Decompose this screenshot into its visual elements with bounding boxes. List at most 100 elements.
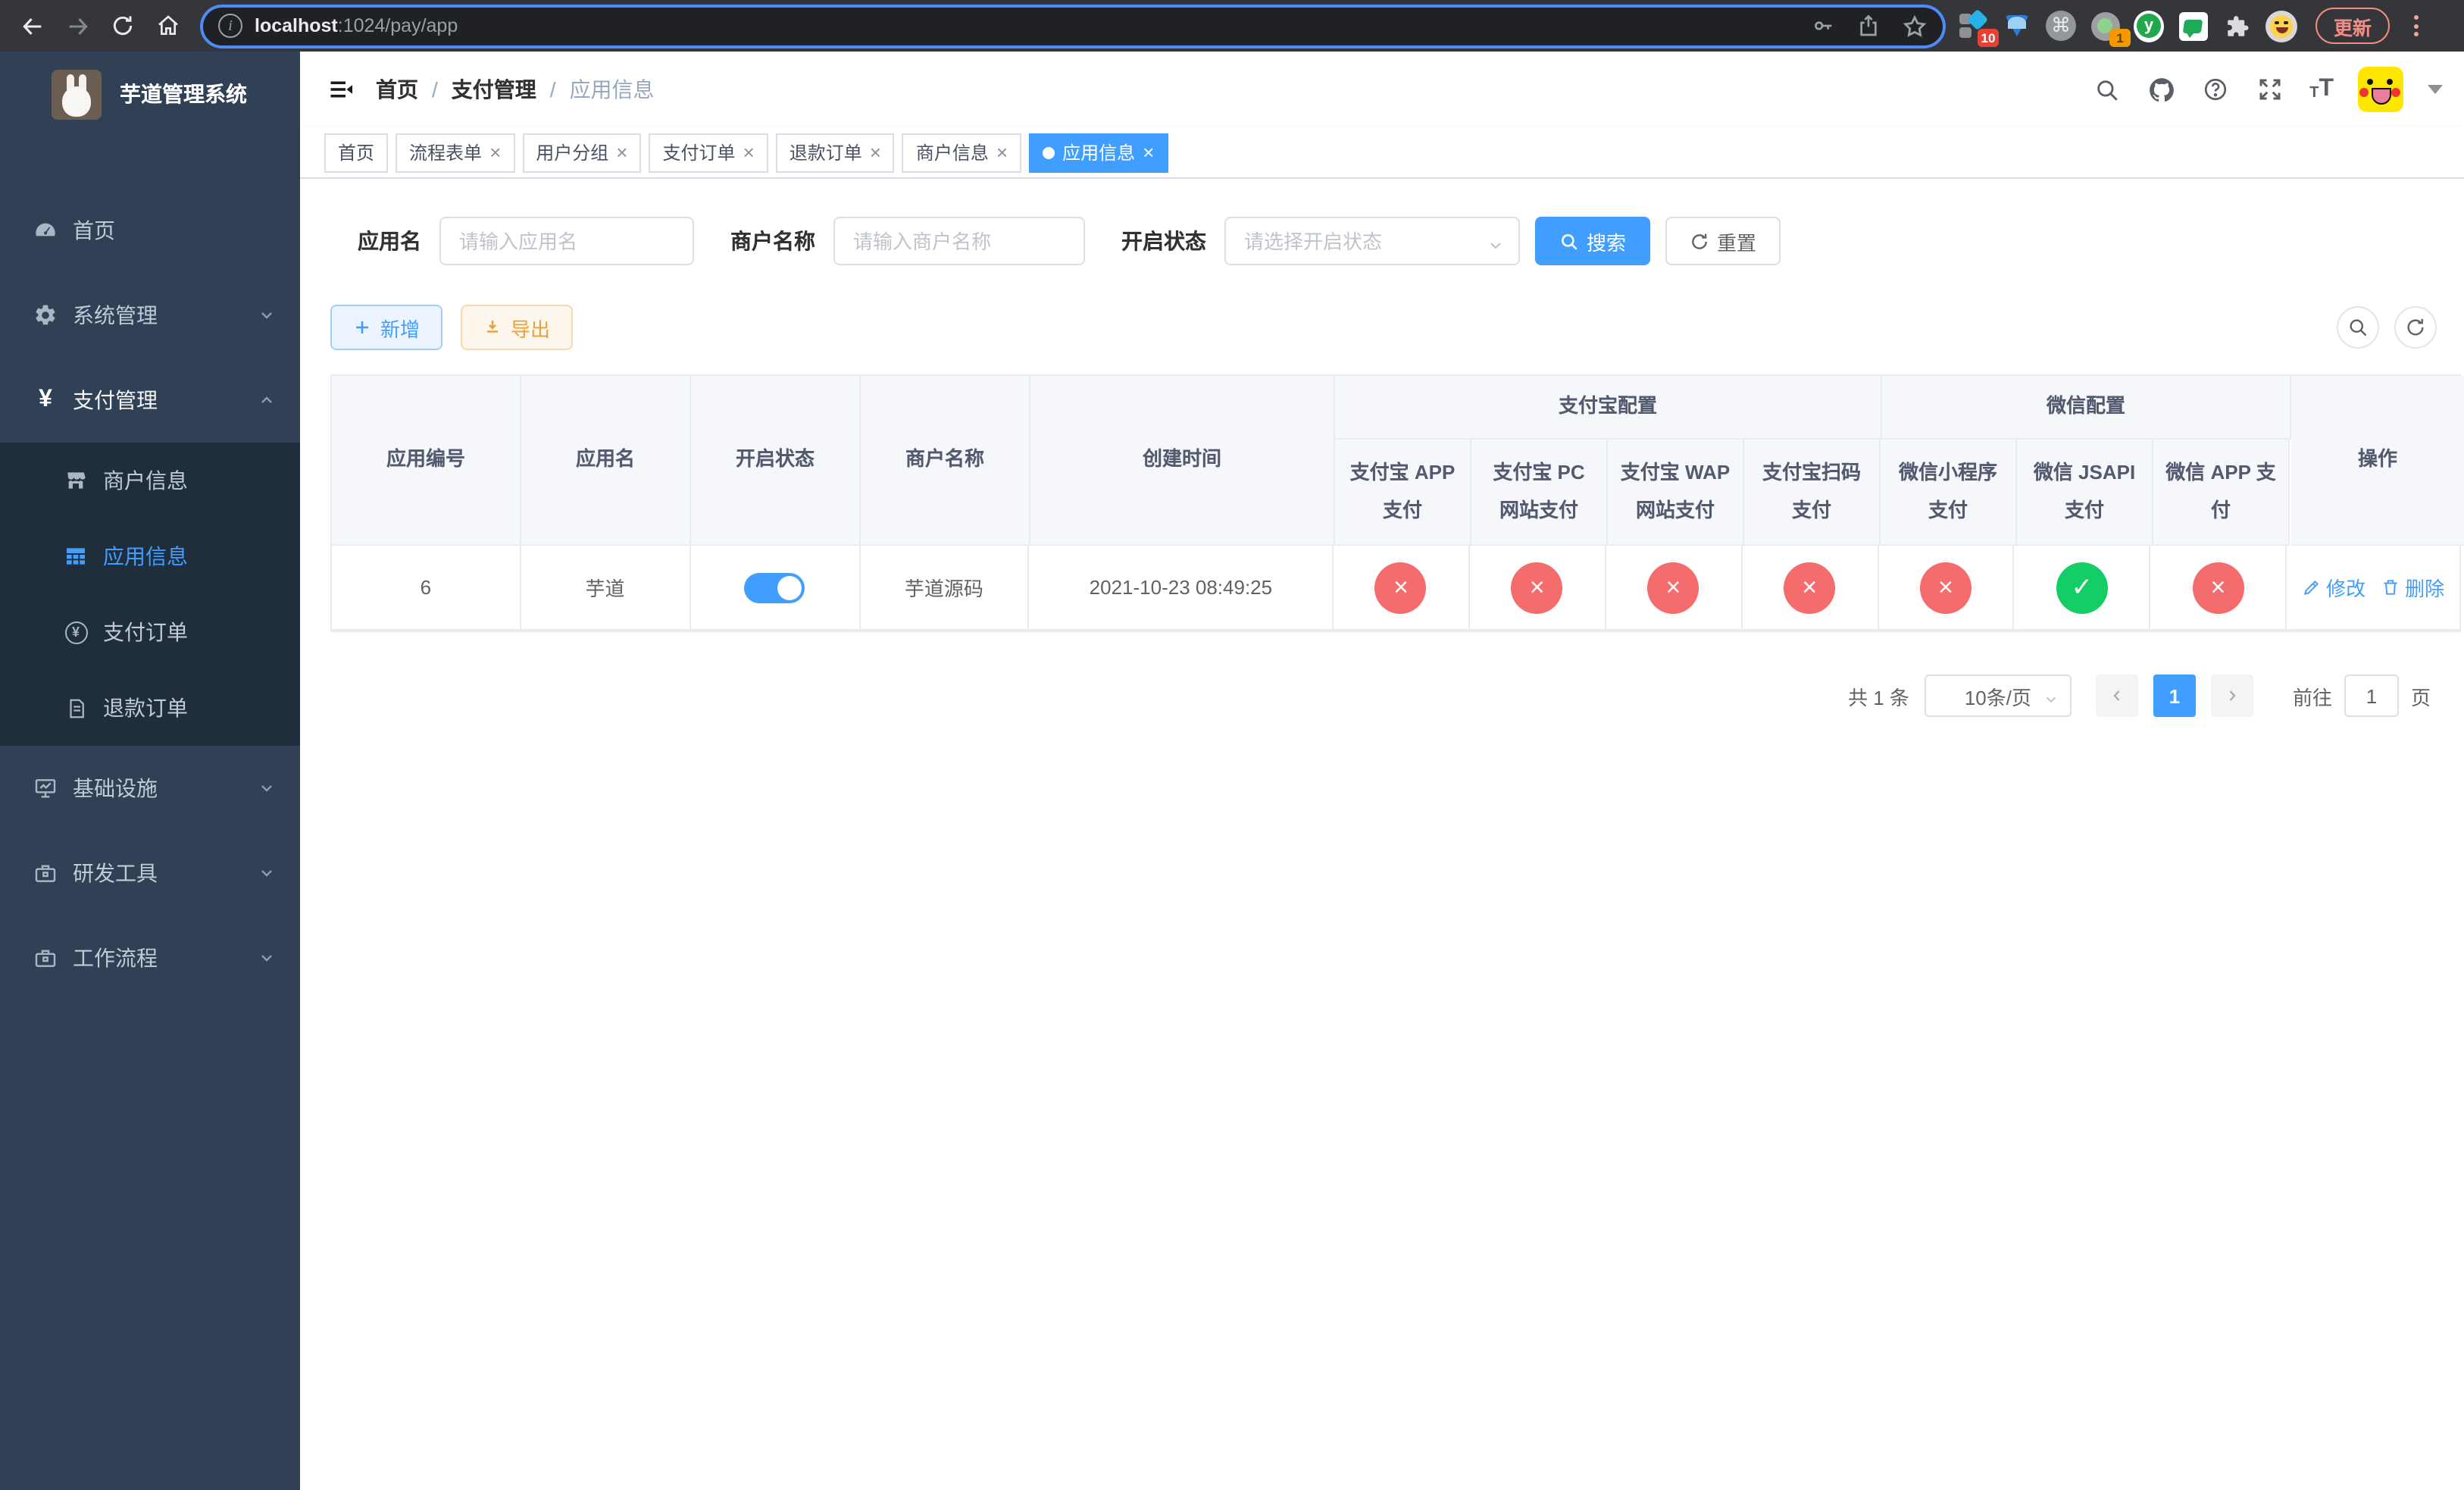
tag-app-info[interactable]: 应用信息 ×	[1029, 133, 1168, 172]
extension-chat-icon[interactable]	[2178, 11, 2208, 41]
browser-reload-button[interactable]	[100, 6, 145, 45]
fullscreen-icon[interactable]	[2255, 74, 2285, 105]
sidebar-item-merchant-info[interactable]: 商户信息	[0, 443, 300, 518]
address-bar[interactable]: i localhost:1024/pay/app	[203, 7, 1943, 45]
extension-y-icon[interactable]: y	[2134, 10, 2164, 42]
enabled-switch[interactable]	[744, 572, 805, 603]
cell-alipay-qr-status: ×	[1742, 546, 1879, 631]
close-icon[interactable]: ×	[996, 142, 1008, 162]
close-icon[interactable]: ×	[870, 142, 881, 162]
reset-button[interactable]: 重置	[1665, 217, 1781, 265]
extension-command-icon[interactable]: ⌘	[2046, 11, 2076, 41]
status-cross-icon: ×	[1647, 562, 1699, 613]
col-header-merchant: 商户名称	[861, 376, 1030, 546]
merchant-name-input[interactable]	[833, 217, 1085, 265]
sidebar-item-system[interactable]: 系统管理	[0, 273, 300, 358]
col-header-app-name: 应用名	[521, 376, 691, 546]
navbar-actions: TT	[2091, 52, 2443, 127]
page-size-select[interactable]: 10条/页	[1924, 675, 2072, 717]
header-search-icon[interactable]	[2091, 74, 2122, 105]
add-button[interactable]: 新增	[330, 305, 443, 350]
tag-merchant-info[interactable]: 商户信息 ×	[902, 133, 1022, 172]
close-icon[interactable]: ×	[743, 142, 755, 162]
profile-avatar-icon[interactable]	[2265, 10, 2297, 42]
close-icon[interactable]: ×	[489, 142, 501, 162]
extensions-puzzle-icon[interactable]	[2222, 11, 2252, 41]
sidebar-item-app-info[interactable]: 应用信息	[0, 518, 300, 594]
toggle-search-button[interactable]	[2337, 306, 2379, 349]
sidebar-item-pay-orders[interactable]: ¥ 支付订单	[0, 594, 300, 670]
sidebar-item-dev-tools[interactable]: 研发工具	[0, 831, 300, 916]
export-button[interactable]: 导出	[461, 305, 574, 350]
tag-home[interactable]: 首页	[324, 133, 389, 172]
toolbox-icon	[33, 946, 58, 970]
extension-icons: 10 ⌘ 1 y	[1958, 8, 2297, 47]
extension-recorder-icon[interactable]: 1	[2090, 11, 2131, 47]
table-header: 应用编号 应用名 开启状态 商户名称 创建时间 支付宝配置 微信配置 支付宝 A…	[332, 376, 2464, 546]
table-grid-icon	[64, 544, 88, 568]
help-icon[interactable]	[2200, 74, 2231, 105]
chrome-menu-icon[interactable]	[2402, 15, 2429, 36]
browser-forward-button[interactable]	[55, 6, 100, 45]
browser-home-button[interactable]	[145, 6, 191, 45]
col-header-actions: 操作	[2291, 376, 2464, 546]
sidebar-item-refund-orders[interactable]: 退款订单	[0, 670, 300, 746]
password-key-icon[interactable]	[1811, 14, 1835, 38]
font-size-icon[interactable]: TT	[2309, 77, 2334, 102]
goto-page-input[interactable]	[2344, 675, 2399, 717]
sidebar-item-workflow[interactable]: 工作流程	[0, 916, 300, 1000]
table-toolbar: 新增 导出	[330, 305, 2458, 350]
col-header-wechat-mini: 微信小程序支付	[1881, 440, 2017, 546]
sidebar-item-home[interactable]: 首页	[0, 188, 300, 273]
app-name-input[interactable]	[439, 217, 694, 265]
close-icon[interactable]: ×	[616, 142, 627, 162]
status-check-icon: ✓	[2056, 562, 2108, 613]
status-select-input[interactable]	[1224, 217, 1520, 265]
sidebar-item-infrastructure[interactable]: 基础设施	[0, 746, 300, 831]
tag-process-form[interactable]: 流程表单 ×	[396, 133, 515, 172]
search-button[interactable]: 搜索	[1535, 217, 1651, 265]
sidebar-fold-icon[interactable]	[324, 73, 358, 106]
monitor-chart-icon	[33, 776, 58, 800]
extension-badge: 10	[1978, 29, 1999, 47]
cell-created: 2021-10-23 08:49:25	[1029, 546, 1334, 631]
extension-kite-icon[interactable]	[2002, 11, 2032, 41]
delete-link[interactable]: 删除	[2381, 573, 2444, 602]
filter-form: 应用名 商户名称 开启状态 搜索 重置	[358, 217, 2458, 265]
chrome-update-button[interactable]: 更新	[2315, 8, 2391, 44]
status-select[interactable]	[1224, 217, 1520, 265]
app-logo-row[interactable]: 芋道管理系统	[0, 52, 300, 136]
site-info-icon[interactable]: i	[218, 14, 242, 38]
app-table: 应用编号 应用名 开启状态 商户名称 创建时间 支付宝配置 微信配置 支付宝 A…	[330, 374, 2464, 632]
avatar-caret-icon[interactable]	[2428, 85, 2443, 94]
cell-merchant: 芋道源码	[860, 546, 1030, 631]
edit-link[interactable]: 修改	[2302, 573, 2366, 602]
github-icon[interactable]	[2146, 74, 2176, 105]
breadcrumb-home[interactable]: 首页	[376, 74, 418, 105]
tag-user-group[interactable]: 用户分组 ×	[522, 133, 642, 172]
close-icon[interactable]: ×	[1143, 142, 1154, 162]
prev-page-button[interactable]	[2095, 675, 2138, 717]
sidebar-item-payment[interactable]: ¥ 支付管理	[0, 358, 300, 443]
col-header-created: 创建时间	[1030, 376, 1335, 546]
status-cross-icon: ×	[1511, 562, 1563, 613]
col-header-app-id: 应用编号	[332, 376, 521, 546]
page-number-1[interactable]: 1	[2153, 675, 2196, 717]
cell-app-name: 芋道	[521, 546, 691, 631]
breadcrumb-payment[interactable]: 支付管理	[452, 74, 536, 105]
user-avatar[interactable]	[2358, 67, 2403, 112]
payment-submenu: 商户信息 应用信息 ¥ 支付订单 退款订单	[0, 443, 300, 746]
main-content: 应用名 商户名称 开启状态 搜索 重置	[300, 179, 2464, 1490]
extension-tabs-icon[interactable]: 10	[1958, 8, 1999, 47]
next-page-button[interactable]	[2210, 675, 2253, 717]
browser-back-button[interactable]	[9, 6, 55, 45]
status-label: 开启状态	[1121, 229, 1206, 253]
share-icon[interactable]	[1856, 14, 1881, 38]
tag-pay-orders[interactable]: 支付订单 ×	[649, 133, 768, 172]
cell-alipay-pc-status: ×	[1469, 546, 1606, 631]
pagination-total: 共 1 条	[1848, 686, 1909, 709]
bookmark-star-icon[interactable]	[1902, 13, 1928, 39]
goto-label: 前往	[2292, 686, 2332, 709]
refresh-table-button[interactable]	[2394, 306, 2437, 349]
tag-refund-orders[interactable]: 退款订单 ×	[775, 133, 895, 172]
